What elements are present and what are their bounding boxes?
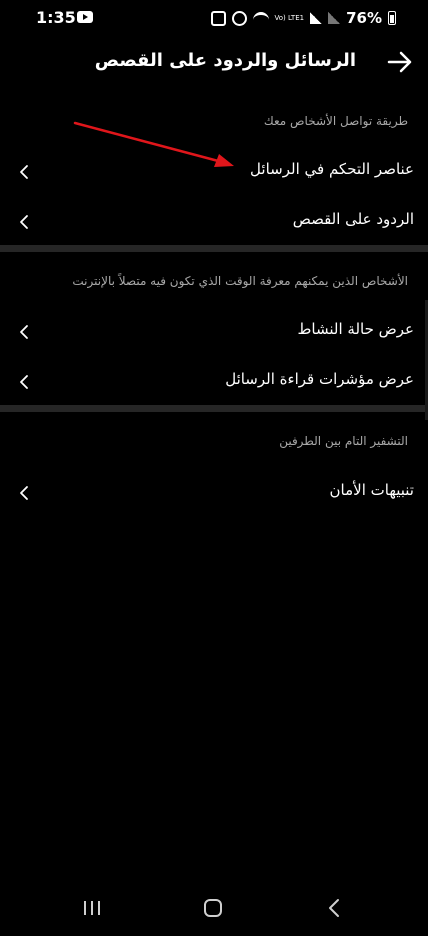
chevron-left-icon bbox=[20, 325, 28, 339]
menu-item-label: عرض حالة النشاط bbox=[297, 320, 414, 338]
menu-item-label: عناصر التحكم في الرسائل bbox=[250, 160, 414, 178]
section-caption-online: الأشخاص الذين يمكنهم معرفة الوقت الذي تك… bbox=[72, 274, 408, 288]
chevron-left-icon bbox=[20, 165, 28, 179]
menu-item-activity-status[interactable]: عرض حالة النشاط bbox=[0, 308, 428, 356]
menu-item-message-controls[interactable]: عناصر التحكم في الرسائل bbox=[0, 148, 428, 196]
section-divider bbox=[0, 245, 428, 252]
annotation-arrow bbox=[73, 121, 234, 167]
recents-icon bbox=[84, 901, 100, 915]
alarm-icon bbox=[210, 10, 226, 26]
home-icon bbox=[204, 899, 222, 917]
battery-icon bbox=[388, 11, 396, 25]
arrow-right-icon bbox=[387, 51, 412, 73]
status-time: 1:35 bbox=[36, 8, 76, 27]
chevron-left-icon bbox=[20, 375, 28, 389]
menu-item-label: الردود على القصص bbox=[292, 210, 414, 228]
signal-secondary-icon bbox=[328, 12, 341, 24]
wifi-icon bbox=[252, 12, 269, 24]
status-bar: 1:35 Vo) LTE1 76% bbox=[0, 0, 428, 36]
menu-item-label: عرض مؤشرات قراءة الرسائل bbox=[225, 370, 414, 388]
menu-item-read-receipts[interactable]: عرض مؤشرات قراءة الرسائل bbox=[0, 358, 428, 406]
signal-icon bbox=[310, 12, 323, 24]
youtube-icon bbox=[77, 11, 93, 23]
chevron-left-icon bbox=[20, 486, 28, 500]
system-nav-bar bbox=[0, 880, 428, 936]
menu-item-label: تنبيهات الأمان bbox=[329, 481, 414, 499]
section-caption-contact: طريقة تواصل الأشخاص معك bbox=[263, 114, 408, 128]
header: الرسائل والردود على القصص bbox=[0, 38, 428, 88]
volte-icon: Vo) LTE1 bbox=[274, 13, 305, 22]
page-title: الرسائل والردود على القصص bbox=[94, 50, 356, 71]
section-caption-encryption: التشفير التام بين الطرفين bbox=[279, 434, 408, 448]
back-icon bbox=[329, 899, 339, 917]
menu-item-security-alerts[interactable]: تنبيهات الأمان bbox=[0, 469, 428, 517]
section-divider bbox=[0, 405, 428, 412]
home-button[interactable] bbox=[193, 892, 233, 924]
clock-icon bbox=[231, 10, 247, 26]
chevron-left-icon bbox=[20, 215, 28, 229]
status-icons: Vo) LTE1 76% bbox=[210, 8, 396, 28]
nav-back-button[interactable] bbox=[314, 892, 354, 924]
menu-item-story-replies[interactable]: الردود على القصص bbox=[0, 198, 428, 246]
back-button[interactable] bbox=[386, 50, 414, 74]
battery-percent: 76% bbox=[346, 9, 382, 27]
recents-button[interactable] bbox=[72, 892, 112, 924]
